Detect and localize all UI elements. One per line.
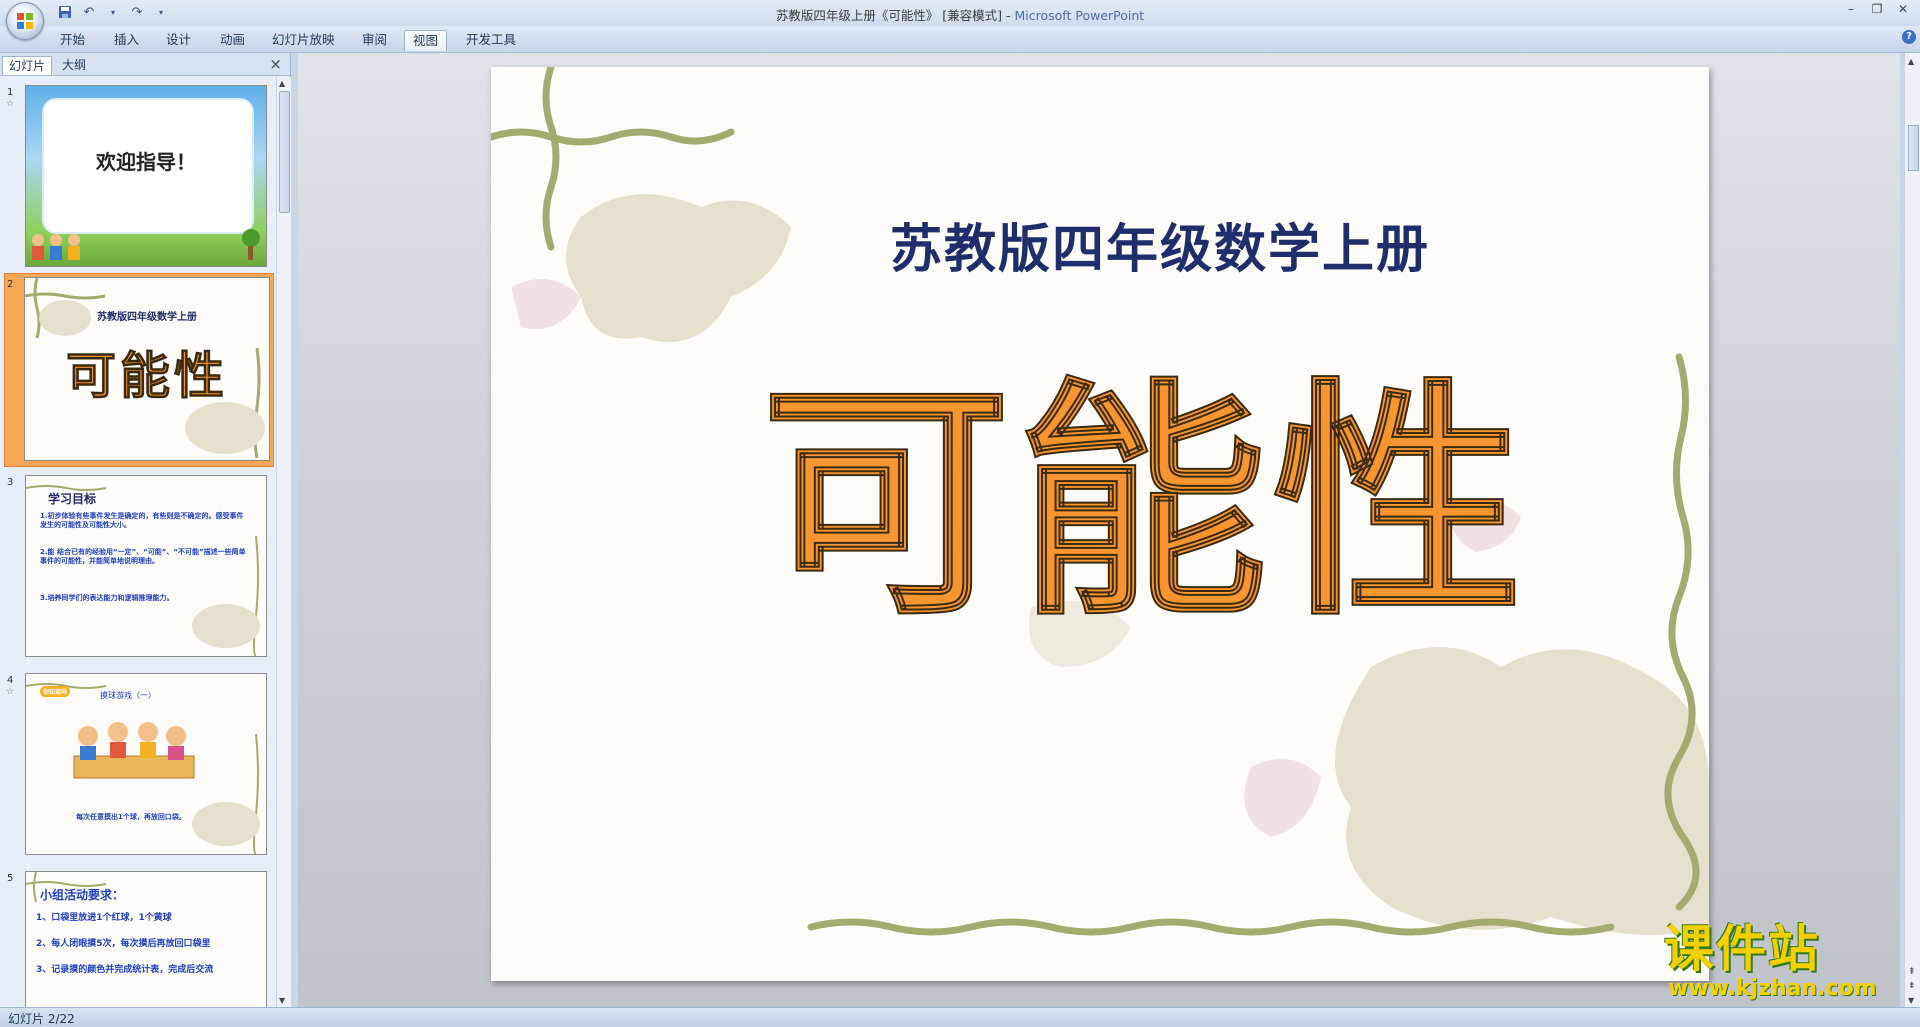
- window-title: 苏教版四年级上册《可能性》 [兼容模式] - Microsoft PowerPo…: [0, 5, 1920, 24]
- tab-slides[interactable]: 幻灯片: [2, 56, 53, 75]
- slide-number: 3: [7, 477, 14, 488]
- slide-number: 2: [7, 279, 14, 290]
- scroll-up-icon[interactable]: ▲: [1908, 57, 1914, 66]
- document-title: 苏教版四年级上册《可能性》 [兼容模式] -: [775, 8, 1015, 23]
- scroll-down-icon[interactable]: ▼: [279, 996, 285, 1005]
- tab-design[interactable]: 设计: [158, 30, 199, 50]
- kids-illustration: [32, 229, 260, 260]
- editor-scrollbar[interactable]: ▲ ⇞ ⇟ ▼: [1904, 53, 1920, 1007]
- thumbnail-decor: [26, 683, 260, 854]
- thumbnail-line: 1.初步体验有些事件发生是确定的，有些则是不确定的。感受事件发生的可能性及可能性…: [40, 512, 244, 529]
- slides-pane: 幻灯片 大纲 × 1 ☆ 欢迎指导！ 2 苏教版四年级数学上册 可能性 3 学习…: [0, 53, 291, 1007]
- thumbnail-line: 3.培养同学们的表达能力和逻辑推理能力。: [40, 594, 174, 602]
- pane-tabs: 幻灯片 大纲 ×: [0, 53, 290, 76]
- app-name: Microsoft PowerPoint: [1014, 8, 1145, 23]
- thumbnail-list: 1 ☆ 欢迎指导！ 2 苏教版四年级数学上册 可能性 3 学习目标 1.初步体验…: [0, 77, 274, 1007]
- help-icon[interactable]: ?: [1902, 30, 1916, 44]
- thumbnail-line: 2、每人闭眼摸5次，每次摸后再放回口袋里: [36, 939, 211, 949]
- thumbnail-canvas: 小组活动要求： 1、口袋里放进1个红球，1个黄球 2、每人闭眼摸5次，每次摸后再…: [25, 871, 267, 1007]
- thumbnail-canvas: 欢迎指导！: [25, 85, 267, 267]
- tab-animations[interactable]: 动画: [212, 30, 253, 50]
- minimize-icon[interactable]: –: [1838, 0, 1864, 18]
- restore-icon[interactable]: ❐: [1864, 0, 1890, 18]
- current-slide[interactable]: 苏教版四年级数学上册 可能性: [491, 67, 1709, 981]
- thumbnail-line: 3、记录摸的颜色并完成统计表，完成后交流: [36, 965, 214, 975]
- thumbnail-canvas: 学习目标 1.初步体验有些事件发生是确定的，有些则是不确定的。感受事件发生的可能…: [25, 475, 267, 657]
- slide-number: 1: [7, 87, 14, 98]
- tab-insert[interactable]: 插入: [106, 30, 147, 50]
- thumbnail-title: 可能性: [66, 346, 228, 406]
- tab-home[interactable]: 开始: [52, 30, 93, 50]
- thumbnail-line: 2.能 结合已有的经验用“一定”、“可能”、“不可能”描述一些简单事件的可能性，…: [40, 548, 246, 565]
- thumbnail-line: 1、口袋里放进1个红球，1个黄球: [36, 913, 172, 923]
- thumbnail-heading: 摸球游戏（一）: [100, 691, 156, 700]
- thumbnail-heading: 小组活动要求：: [40, 888, 125, 902]
- previous-slide-icon[interactable]: ⇞: [1908, 967, 1916, 977]
- ribbon-tabs: 开始 插入 设计 动画 幻灯片放映 审阅 视图 开发工具: [0, 26, 1920, 53]
- thumbnail-subtitle: 苏教版四年级数学上册: [97, 312, 197, 323]
- window-controls: – ❐ ✕: [1838, 0, 1916, 18]
- scroll-down-icon[interactable]: ▼: [1908, 996, 1914, 1005]
- tab-review[interactable]: 审阅: [354, 30, 395, 50]
- thumbnail-heading: 学习目标: [48, 492, 97, 506]
- status-bar: 幻灯片 2/22: [0, 1007, 1920, 1026]
- scroll-thumb[interactable]: [279, 91, 290, 213]
- thumbnail-text: 欢迎指导！: [96, 150, 196, 174]
- slide-editor[interactable]: 苏教版四年级数学上册 可能性: [298, 53, 1900, 1007]
- thumbnail-caption: 每次任意摸出1个球，再放回口袋。: [76, 813, 186, 821]
- tab-view[interactable]: 视图: [404, 30, 448, 51]
- thumbnail-canvas: 你知道吗 摸球游戏（一） 每次任意摸出1个球，再放回口袋。: [25, 673, 267, 855]
- tab-slideshow[interactable]: 幻灯片放映: [264, 30, 343, 50]
- pane-close-icon[interactable]: ×: [269, 55, 282, 73]
- slide-number: 5: [7, 873, 14, 884]
- watermark-logo-text: 课件站: [1664, 919, 1820, 978]
- slide-counter: 幻灯片 2/22: [8, 1012, 75, 1026]
- watermark-url: www.kjzhan.com: [1668, 976, 1877, 1001]
- office-button[interactable]: [6, 2, 44, 40]
- tab-developer[interactable]: 开发工具: [458, 30, 524, 50]
- slide-subtitle[interactable]: 苏教版四年级数学上册: [491, 207, 1709, 282]
- slide-number: 4: [7, 675, 14, 686]
- next-slide-icon[interactable]: ⇟: [1908, 981, 1916, 991]
- office-logo-icon: [17, 13, 33, 29]
- thumbnail-badge: 你知道吗: [40, 686, 71, 697]
- close-icon[interactable]: ✕: [1890, 0, 1916, 18]
- scroll-thumb[interactable]: [1908, 125, 1919, 171]
- title-bar: ↶ ▾ ↷ ▾ 苏教版四年级上册《可能性》 [兼容模式] - Microsoft…: [0, 0, 1920, 26]
- slide-title[interactable]: 可能性: [491, 366, 1709, 638]
- thumbnail-scrollbar[interactable]: ▲ ▼: [276, 77, 291, 1007]
- thumbnail-canvas: 苏教版四年级数学上册 可能性: [24, 277, 270, 461]
- scroll-up-icon[interactable]: ▲: [279, 79, 285, 88]
- tab-outline[interactable]: 大纲: [56, 56, 92, 74]
- animation-star-icon: ☆: [6, 99, 15, 109]
- animation-star-icon: ☆: [6, 687, 15, 697]
- kjzhan-watermark: 课件站 www.kjzhan.com: [1664, 922, 1904, 1002]
